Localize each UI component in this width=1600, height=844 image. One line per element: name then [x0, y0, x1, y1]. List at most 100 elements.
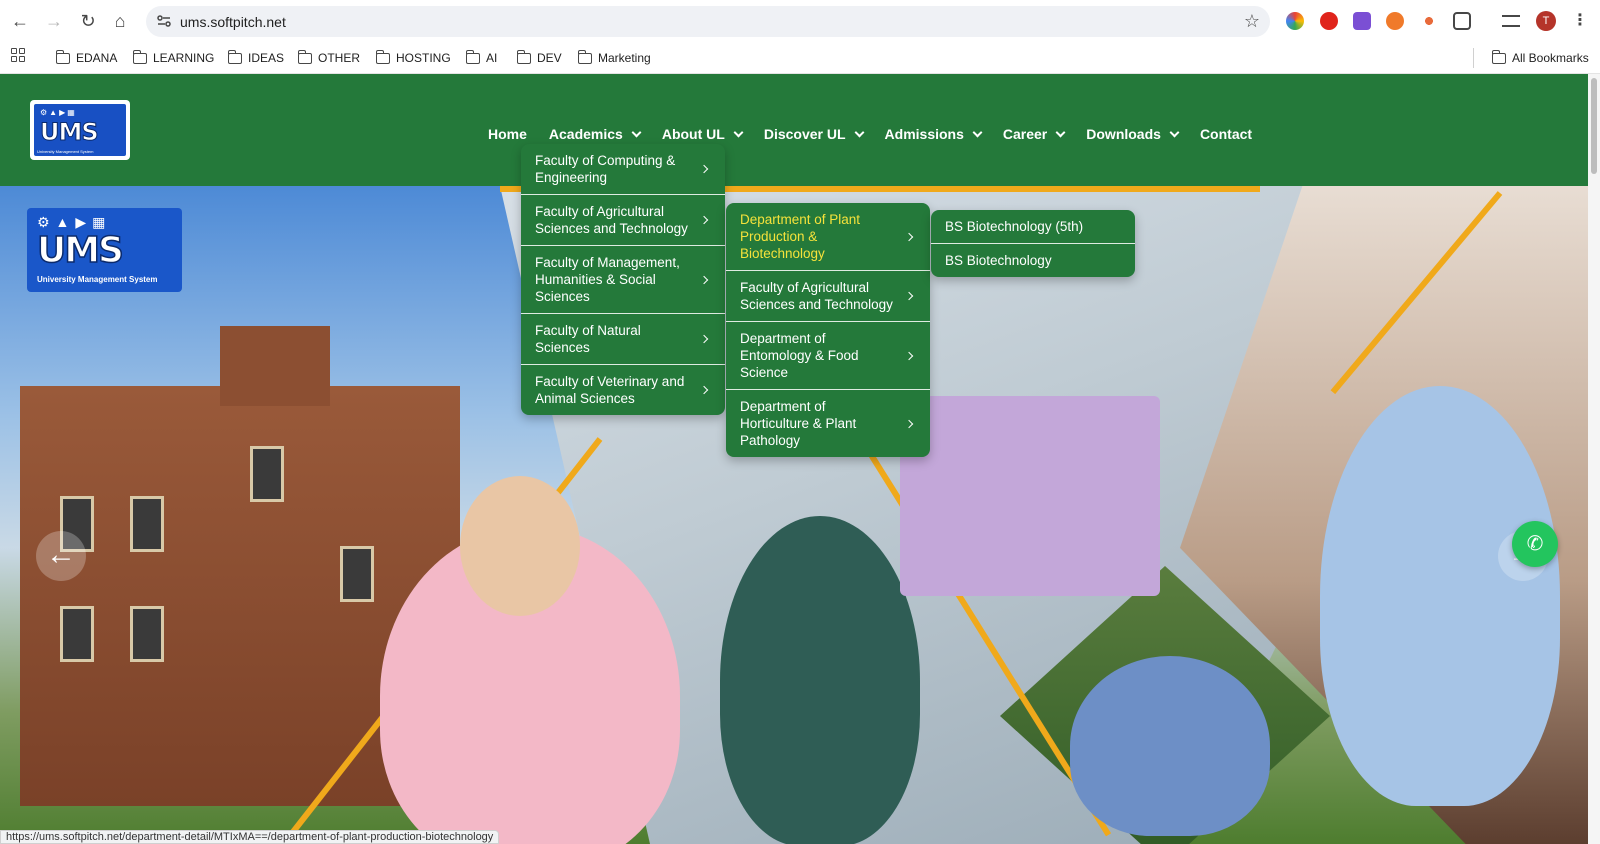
chevron-down-icon: [733, 127, 744, 137]
scrollbar-thumb[interactable]: [1591, 78, 1597, 174]
logo-text: UMS: [40, 118, 100, 147]
reader-figure: [1320, 386, 1560, 806]
menu-item-dept-agricultural[interactable]: Faculty of Agricultural Sciences and Tec…: [726, 271, 930, 322]
building-window: [250, 446, 284, 502]
chrome-extension-icon[interactable]: [1286, 12, 1304, 30]
building-window: [130, 496, 164, 552]
web-page: ⚙▲▶▦ UMS University Management System Ho…: [0, 74, 1588, 844]
nav-admissions[interactable]: Admissions: [885, 124, 983, 144]
bookmark-folder-learning[interactable]: LEARNING: [132, 49, 214, 67]
link-status-bar: https://ums.softpitch.net/department-det…: [0, 830, 500, 844]
bookmark-folder-hosting[interactable]: HOSTING: [375, 49, 451, 67]
media-control-icon[interactable]: [1502, 15, 1520, 27]
folder-icon: [577, 49, 592, 64]
home-icon[interactable]: ⌂: [108, 9, 132, 33]
site-header: ⚙▲▶▦ UMS University Management System Ho…: [0, 74, 1588, 186]
reload-icon[interactable]: ↻: [76, 9, 100, 33]
nav-academics[interactable]: Academics: [549, 124, 642, 144]
bookmark-star-icon[interactable]: ☆: [1244, 11, 1260, 32]
opera-extension-icon[interactable]: [1320, 12, 1338, 30]
folder-icon: [227, 49, 242, 64]
nav-downloads[interactable]: Downloads: [1086, 124, 1180, 144]
programs-dropdown: BS Biotechnology (5th) BS Biotechnology: [931, 210, 1135, 277]
hero-logo: ⚙▲▶▦ UMS University Management System: [27, 208, 182, 292]
logo-badge: ⚙▲▶▦ UMS University Management System: [34, 104, 126, 156]
chevron-down-icon: [1055, 127, 1066, 137]
building-window: [130, 606, 164, 662]
orange-extension-icon[interactable]: [1386, 12, 1404, 30]
back-icon[interactable]: ←: [8, 9, 32, 33]
menu-item-dept-plant-production[interactable]: Department of Plant Production & Biotech…: [726, 203, 930, 271]
building-window: [60, 606, 94, 662]
chevron-right-icon: [904, 232, 914, 241]
address-bar[interactable]: ums.softpitch.net ☆: [146, 6, 1270, 37]
notebook-figure: [900, 396, 1160, 596]
folder-icon: [297, 49, 312, 64]
browser-menu-icon[interactable]: ⋮: [1572, 10, 1588, 30]
slider-prev-arrow-icon[interactable]: ←: [36, 531, 86, 581]
url-text[interactable]: ums.softpitch.net: [180, 14, 286, 30]
menu-item-faculty-natural[interactable]: Faculty of Natural Sciences: [521, 314, 725, 365]
chevron-down-icon: [1169, 127, 1180, 137]
burst-extension-icon[interactable]: [1420, 12, 1438, 30]
menu-item-faculty-management[interactable]: Faculty of Management, Humanities & Soci…: [521, 246, 725, 314]
student-figure: [460, 476, 580, 616]
profile-avatar[interactable]: T: [1536, 11, 1556, 31]
building-window: [340, 546, 374, 602]
nav-about-ul[interactable]: About UL: [662, 124, 744, 144]
chevron-right-icon: [699, 385, 709, 395]
chevron-right-icon: [699, 275, 709, 284]
nav-discover-ul[interactable]: Discover UL: [764, 124, 864, 144]
chevron-down-icon: [854, 127, 864, 137]
folder-icon: [132, 49, 147, 64]
folder-icon: [55, 49, 70, 64]
l-extension-icon[interactable]: [1353, 12, 1371, 30]
bookmark-folder-ai[interactable]: AI: [465, 49, 497, 67]
chevron-right-icon: [699, 164, 709, 174]
chevron-right-icon: [904, 351, 914, 360]
academics-dropdown: Faculty of Computing & Engineering Facul…: [521, 144, 725, 415]
folder-icon: [465, 49, 480, 64]
chevron-right-icon: [904, 291, 914, 301]
menu-item-bs-biotech[interactable]: BS Biotechnology: [931, 244, 1135, 277]
logo-subtitle: University Management System: [37, 149, 94, 154]
menu-item-bs-biotech-5th[interactable]: BS Biotechnology (5th): [931, 210, 1135, 244]
folder-icon: [1491, 49, 1506, 64]
student-figure: [720, 516, 920, 844]
menu-item-dept-horticulture[interactable]: Department of Horticulture & Plant Patho…: [726, 390, 930, 457]
logo-icons: ⚙▲▶▦: [37, 214, 112, 230]
chevron-right-icon: [904, 419, 914, 428]
bookmark-folder-marketing[interactable]: Marketing: [577, 49, 651, 67]
chevron-down-icon: [972, 127, 983, 137]
whatsapp-chat-icon[interactable]: ✆: [1512, 521, 1558, 567]
apps-grid-icon[interactable]: [11, 48, 25, 62]
bookmark-folder-ideas[interactable]: IDEAS: [227, 49, 284, 67]
nav-contact[interactable]: Contact: [1200, 124, 1252, 144]
hero-logo-subtitle: University Management System: [37, 275, 158, 284]
menu-item-dept-entomology[interactable]: Department of Entomology & Food Science: [726, 322, 930, 390]
bookmark-folder-dev[interactable]: DEV: [516, 49, 562, 67]
site-info-icon[interactable]: [156, 13, 172, 29]
bookmark-folder-other[interactable]: OTHER: [297, 49, 360, 67]
nav-home[interactable]: Home: [488, 124, 527, 144]
all-bookmarks-button[interactable]: All Bookmarks: [1491, 49, 1589, 67]
bookmarks-bar: EDANA LEARNING IDEAS OTHER HOSTING AI DE…: [0, 42, 1600, 74]
browser-toolbar: ← → ↻ ⌂ ums.softpitch.net ☆ T ⋮: [0, 0, 1600, 42]
building-tower: [220, 326, 330, 406]
menu-item-faculty-veterinary[interactable]: Faculty of Veterinary and Animal Science…: [521, 365, 725, 415]
chevron-right-icon: [699, 215, 709, 225]
chevron-right-icon: [699, 334, 709, 344]
departments-dropdown: Department of Plant Production & Biotech…: [726, 203, 930, 457]
folder-icon: [375, 49, 390, 64]
bookmark-folder-edana[interactable]: EDANA: [55, 49, 117, 67]
extensions-puzzle-icon[interactable]: [1453, 12, 1471, 30]
menu-item-faculty-agricultural[interactable]: Faculty of Agricultural Sciences and Tec…: [521, 195, 725, 246]
nav-career[interactable]: Career: [1003, 124, 1066, 144]
page-scrollbar[interactable]: [1588, 74, 1600, 844]
logo-icons: ⚙▲▶▦: [40, 108, 77, 117]
site-logo[interactable]: ⚙▲▶▦ UMS University Management System: [30, 100, 130, 160]
bookmarks-divider: [1473, 48, 1474, 68]
forward-icon[interactable]: →: [42, 9, 66, 33]
menu-item-faculty-computing[interactable]: Faculty of Computing & Engineering: [521, 144, 725, 195]
group-figure: [1070, 656, 1270, 836]
